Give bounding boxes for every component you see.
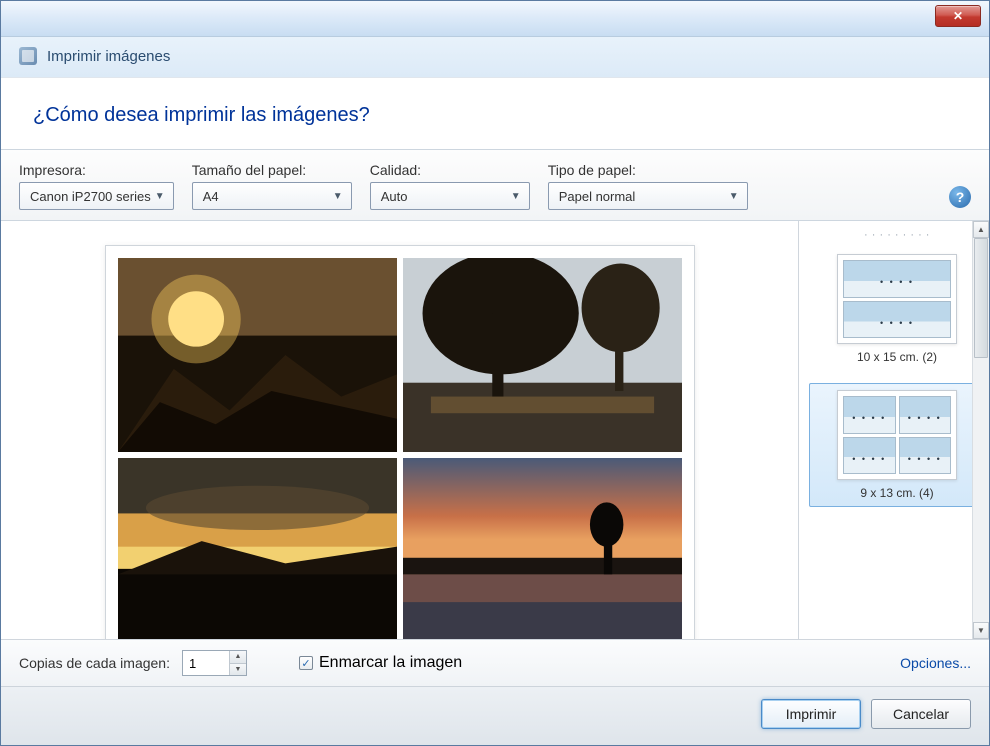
copies-label: Copias de cada imagen: [19,655,170,671]
chevron-down-icon: ▼ [725,191,743,202]
paper-size-combo[interactable]: A4 ▼ [192,182,352,210]
preview-column: 1 de 1 página ◄ ► [1,221,799,639]
photo-thumb-1 [118,258,397,452]
layout-label: 9 x 13 cm. (4) [816,486,978,500]
scrollbar[interactable]: ▲ ▼ [972,221,989,639]
printer-value: Canon iP2700 series [30,189,151,204]
titlebar: ✕ [1,1,989,37]
main-area: 1 de 1 página ◄ ► · · · · · · · · · 10 x… [1,221,989,639]
subtitle-row: ¿Cómo desea imprimir las imágenes? [1,77,989,150]
copies-spinner[interactable]: ▲ ▼ [182,650,247,676]
app-icon [19,47,37,65]
dialog-buttons: Imprimir Cancelar [1,686,989,745]
layout-label: 10 x 15 cm. (2) [816,350,978,364]
scroll-up-button[interactable]: ▲ [973,221,989,238]
paper-type-label: Tipo de papel: [548,162,748,178]
print-pictures-dialog: ✕ Imprimir imágenes ¿Cómo desea imprimir… [0,0,990,746]
paper-type-combo[interactable]: Papel normal ▼ [548,182,748,210]
header: Imprimir imágenes [1,37,989,77]
spinner-up-button[interactable]: ▲ [230,651,246,664]
close-icon: ✕ [953,9,963,23]
paper-size-option: Tamaño del papel: A4 ▼ [192,162,352,210]
quality-combo[interactable]: Auto ▼ [370,182,530,210]
paper-size-label: Tamaño del papel: [192,162,352,178]
copies-input[interactable] [183,651,229,675]
quality-value: Auto [381,189,408,204]
quality-option: Calidad: Auto ▼ [370,162,530,210]
quality-label: Calidad: [370,162,530,178]
mini-photo-icon [843,301,951,339]
options-link[interactable]: Opciones... [900,655,971,671]
scroll-down-button[interactable]: ▼ [973,622,989,639]
frame-label: Enmarcar la imagen [319,654,462,672]
chevron-down-icon: ▼ [329,191,347,202]
chevron-down-icon: ▼ [151,191,169,202]
layout-thumb [837,390,957,480]
close-button[interactable]: ✕ [935,5,981,27]
mini-photo-icon [899,396,952,434]
bottom-options-row: Copias de cada imagen: ▲ ▼ ✓ Enmarcar la… [1,639,989,686]
print-button[interactable]: Imprimir [761,699,861,729]
paper-size-value: A4 [203,189,219,204]
chevron-down-icon: ▼ [507,191,525,202]
mini-photo-icon [843,260,951,298]
cancel-button[interactable]: Cancelar [871,699,971,729]
printer-option: Impresora: Canon iP2700 series ▼ [19,162,174,210]
paper-type-option: Tipo de papel: Papel normal ▼ [548,162,748,210]
printer-combo[interactable]: Canon iP2700 series ▼ [19,182,174,210]
mini-photo-icon [899,437,952,475]
frame-checkbox[interactable]: ✓ [299,656,313,670]
frame-checkbox-row: ✓ Enmarcar la imagen [299,654,462,672]
mini-photo-icon [843,437,896,475]
spinner-down-button[interactable]: ▼ [230,664,246,676]
help-icon[interactable]: ? [949,186,971,208]
photo-thumb-2 [403,258,682,452]
photo-thumb-3 [118,458,397,639]
layout-item-10x15[interactable]: 10 x 15 cm. (2) [809,247,985,371]
print-options-row: Impresora: Canon iP2700 series ▼ Tamaño … [1,150,989,221]
layout-item-9x13[interactable]: 9 x 13 cm. (4) [809,383,985,507]
layouts-column: · · · · · · · · · 10 x 15 cm. (2) 9 x 13… [799,221,989,639]
page-preview [105,245,695,639]
subtitle: ¿Cómo desea imprimir las imágenes? [33,104,957,127]
paper-type-value: Papel normal [559,189,636,204]
mini-photo-icon [843,396,896,434]
printer-label: Impresora: [19,162,174,178]
photo-thumb-4 [403,458,682,639]
window-title: Imprimir imágenes [47,48,170,65]
layouts-header: · · · · · · · · · [809,227,985,247]
layout-thumb [837,254,957,344]
scroll-thumb[interactable] [974,238,988,358]
